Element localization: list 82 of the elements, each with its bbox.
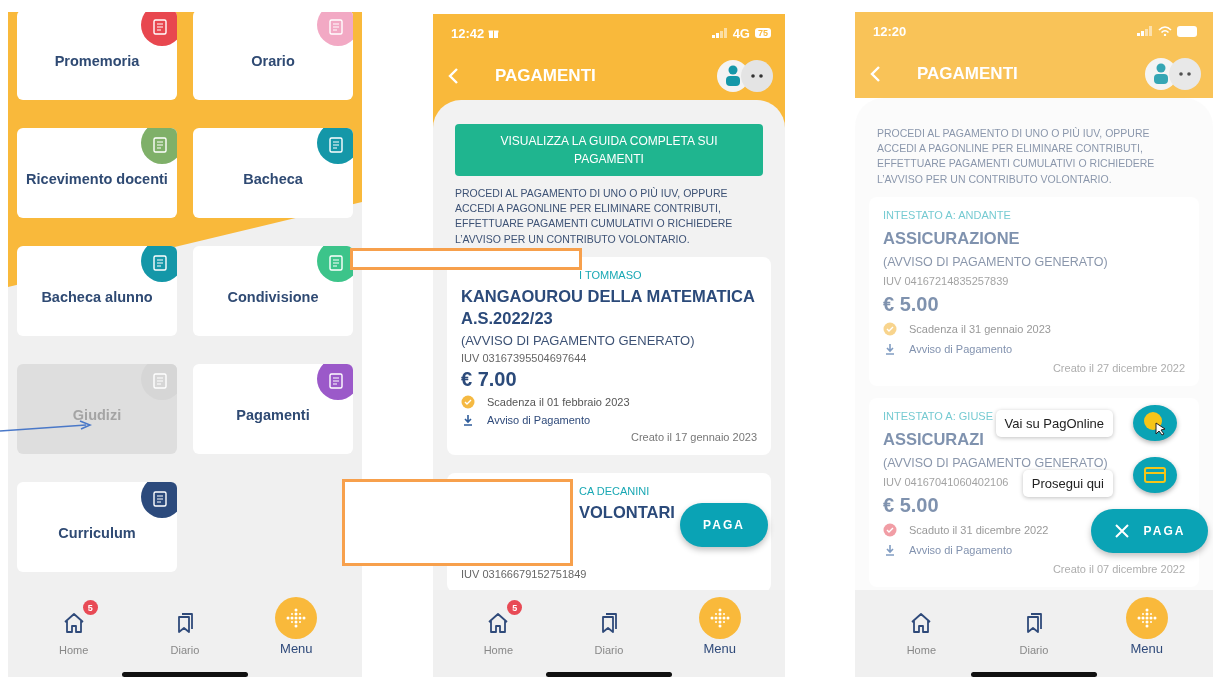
more-icon	[1178, 72, 1192, 76]
close-icon	[1113, 523, 1130, 539]
battery-level: 75	[755, 28, 771, 38]
back-icon[interactable]	[447, 67, 459, 85]
intro-text: PROCEDI AL PAGAMENTO DI UNO O PIÙ IUV, OPPURE ACCEDI A PAGONLINE PER ELIMINARE CONTRIBUTI, EFFETTUARE PAGAMENTI CUMULATIVI O RICHIEDERE L’AVVISO PER UN CONTRIBUTO VOLONTARIO.	[877, 126, 1156, 187]
signal-icon	[711, 28, 728, 38]
iuv-code: IUV 03166679152751849	[461, 567, 587, 580]
payment-title: VOLONTARI	[578, 502, 675, 524]
document-icon	[151, 254, 169, 272]
nav-tab[interactable]: Menu	[1106, 585, 1187, 656]
payment-title: ASSICURAZIONE	[883, 227, 1020, 249]
action-label: Vai su PagOnline	[995, 409, 1113, 437]
back-icon[interactable]	[869, 65, 881, 83]
document-icon	[151, 18, 169, 36]
notification-badge: 5	[82, 600, 98, 615]
deadline-text: Scadenza il 01 febbraio 2023	[487, 396, 630, 409]
created-date: Creato il 27 dicembre 2022	[1052, 362, 1185, 375]
download-icon	[883, 543, 897, 558]
notification-badge: 5	[507, 600, 523, 615]
menu-tile[interactable]: Curriculum	[17, 482, 177, 572]
download-icon	[461, 413, 475, 428]
dots-grid-icon	[1135, 607, 1158, 629]
person-icon	[725, 65, 741, 87]
nav-tab[interactable]: Menu	[256, 585, 337, 656]
document-icon	[327, 254, 345, 272]
clock-time: 12:20	[873, 23, 907, 39]
network-label: 4G	[732, 25, 750, 41]
payment-subtitle: (AVVISO DI PAGAMENTO GENERATO)	[883, 456, 1108, 471]
menu-tile[interactable]: Condivisione	[193, 246, 353, 336]
iuv-code: IUV 03167395504697644	[461, 352, 587, 365]
document-icon	[151, 490, 169, 508]
holder-text: INTESTATO A: ANDANTE	[883, 208, 1011, 221]
more-button[interactable]	[1169, 58, 1201, 90]
document-icon	[327, 372, 345, 390]
created-date: Creato il 07 dicembre 2022	[1052, 563, 1185, 576]
screen-title: PAGAMENTI	[917, 64, 1019, 84]
action-label: Prosegui qui	[1022, 469, 1113, 497]
payment-title: KANGAOUROU DELLA MATEMATICA A.S.2022/23	[461, 285, 756, 330]
payment-subtitle: (AVVISO DI PAGAMENTO GENERATO)	[461, 333, 695, 349]
iuv-code: IUV 04167214835257839	[883, 275, 1009, 288]
nav-tab[interactable]: 5 Home	[458, 598, 539, 656]
coin-cursor-icon	[1142, 410, 1168, 436]
menu-tile[interactable]: Promemoria	[17, 12, 177, 100]
action-button[interactable]	[1133, 457, 1177, 493]
iuv-code: IUV 04167041060402106	[883, 476, 1009, 489]
menu-tile[interactable]: Ricevimento docenti	[17, 128, 177, 218]
document-icon	[151, 136, 169, 154]
amount: € 7.00	[461, 368, 517, 392]
menu-tile[interactable]: Pagamenti	[193, 364, 353, 454]
signal-icon	[1137, 26, 1153, 36]
holder-text: INTESTATO A: GIUSE	[883, 410, 994, 423]
deadline-text: Scaduto il 31 dicembre 2022	[909, 524, 1049, 537]
amount: € 5.00	[883, 494, 939, 518]
intro-text: PROCEDI AL PAGAMENTO DI UNO O PIÙ IUV, OPPURE ACCEDI A PAGONLINE PER ELIMINARE CONTRIBUTI, EFFETTUARE PAGAMENTI CUMULATIVI O RICHIEDERE L’AVVISO PER UN CONTRIBUTO VOLONTARIO.	[455, 186, 734, 247]
menu-tile[interactable]: Bacheca	[193, 128, 353, 218]
battery-icon	[1177, 25, 1199, 37]
dots-grid-icon	[708, 607, 731, 629]
wifi-icon	[1158, 26, 1172, 36]
menu-tile[interactable]: Orario	[193, 12, 353, 100]
more-button[interactable]	[741, 60, 773, 92]
payment-title: ASSICURAZI	[883, 429, 984, 451]
action-button[interactable]	[1133, 405, 1177, 441]
download-icon	[883, 342, 897, 357]
holder-text: I TOMMASO	[578, 268, 642, 281]
person-icon	[1153, 63, 1169, 85]
screen-title: PAGAMENTI	[495, 66, 597, 86]
more-icon	[750, 74, 764, 78]
payment-card[interactable]: I TOMMASO KANGAOUROU DELLA MATEMATICA A.S.2022/23 (AVVISO DI PAGAMENTO GENERATO) IUV 03167395504697644 € 7.00 Scadenza il 01 febbraio 2023 Avviso di Pagamento Creato il 17 gennaio 2023	[447, 256, 771, 456]
document-icon	[327, 18, 345, 36]
notice-link[interactable]: Avviso di Pagamento	[487, 414, 591, 427]
nav-tab[interactable]: 5 Home	[33, 598, 114, 656]
document-icon	[151, 372, 169, 390]
dots-grid-icon	[285, 607, 308, 629]
amount: € 5.00	[883, 293, 939, 317]
menu-tile[interactable]: Bacheca alunno	[17, 246, 177, 336]
clock-time: 12:42	[451, 25, 485, 41]
deadline-text: Scadenza il 31 gennaio 2023	[909, 323, 1051, 336]
created-date: Creato il 17 gennaio 2023	[631, 431, 757, 444]
document-icon	[327, 136, 345, 154]
credit-card-icon	[1144, 467, 1166, 483]
holder-text: CA DECANINI	[578, 485, 650, 498]
payment-subtitle: (AVVISO DI PAGAMENTO GENERATO)	[883, 255, 1108, 270]
